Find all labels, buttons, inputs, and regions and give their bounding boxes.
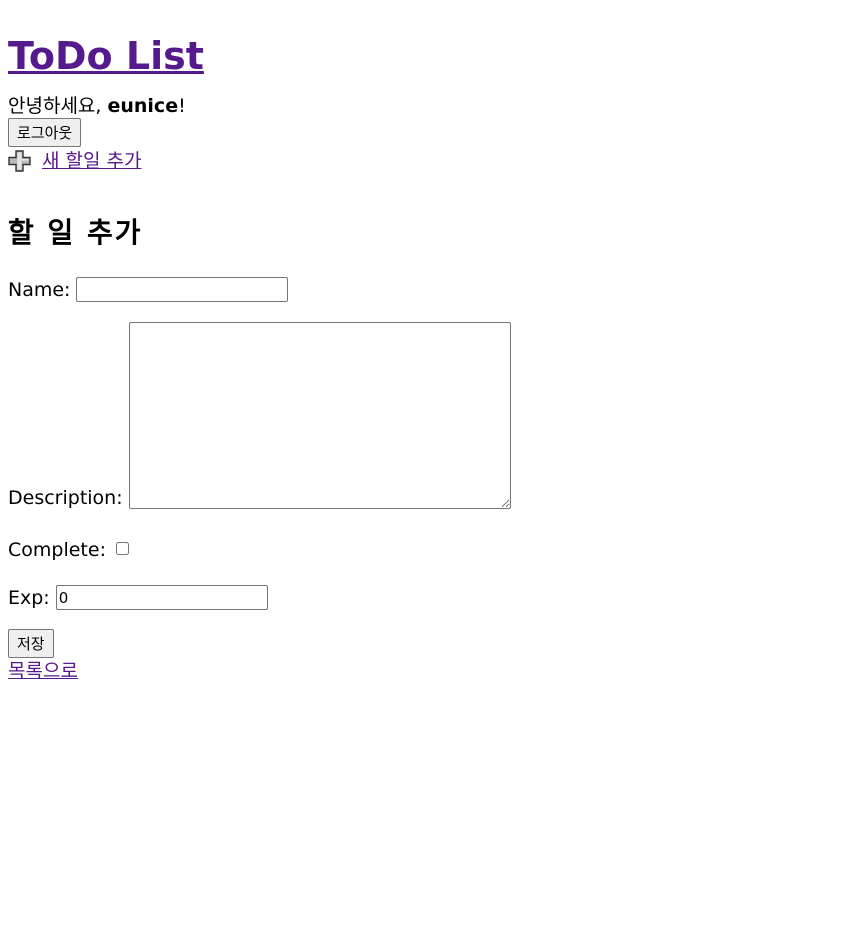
form-heading: 할 일 추가 (8, 216, 143, 249)
name-row: Name: (8, 277, 848, 302)
logout-wrap: 로그아웃 (8, 118, 848, 147)
description-label: Description: (8, 487, 123, 509)
greeting-suffix: ! (178, 95, 186, 117)
page: ToDo List 안녕하세요, eunice! 로그아웃 새 할일 추가 할 … (0, 32, 856, 684)
site-title-link[interactable]: ToDo List (8, 34, 204, 78)
todo-form: Name: Description: Complete: Exp: 저장 (8, 277, 848, 658)
exp-label: Exp: (8, 586, 50, 609)
save-wrap: 저장 (8, 629, 848, 658)
complete-row: Complete: (8, 539, 848, 561)
username: eunice (107, 95, 179, 117)
complete-checkbox[interactable] (115, 541, 129, 555)
greeting-prefix: 안녕하세요, (8, 95, 108, 117)
exp-input[interactable] (55, 585, 268, 610)
description-row: Description: (8, 322, 848, 509)
new-todo-label: 새 할일 추가 (42, 150, 142, 172)
save-button[interactable]: 저장 (8, 629, 54, 658)
exp-row: Exp: (8, 585, 848, 610)
description-textarea[interactable] (128, 322, 511, 509)
greeting: 안녕하세요, eunice! (8, 94, 848, 118)
site-title: ToDo List (8, 32, 848, 80)
name-label: Name: (8, 278, 71, 301)
complete-label: Complete: (8, 539, 106, 561)
new-todo-link[interactable]: 새 할일 추가 (8, 148, 141, 174)
logout-button[interactable]: 로그아웃 (8, 118, 82, 147)
name-input[interactable] (76, 277, 289, 302)
back-to-list-link[interactable]: 목록으로 (8, 658, 78, 684)
plus-icon (8, 150, 31, 172)
